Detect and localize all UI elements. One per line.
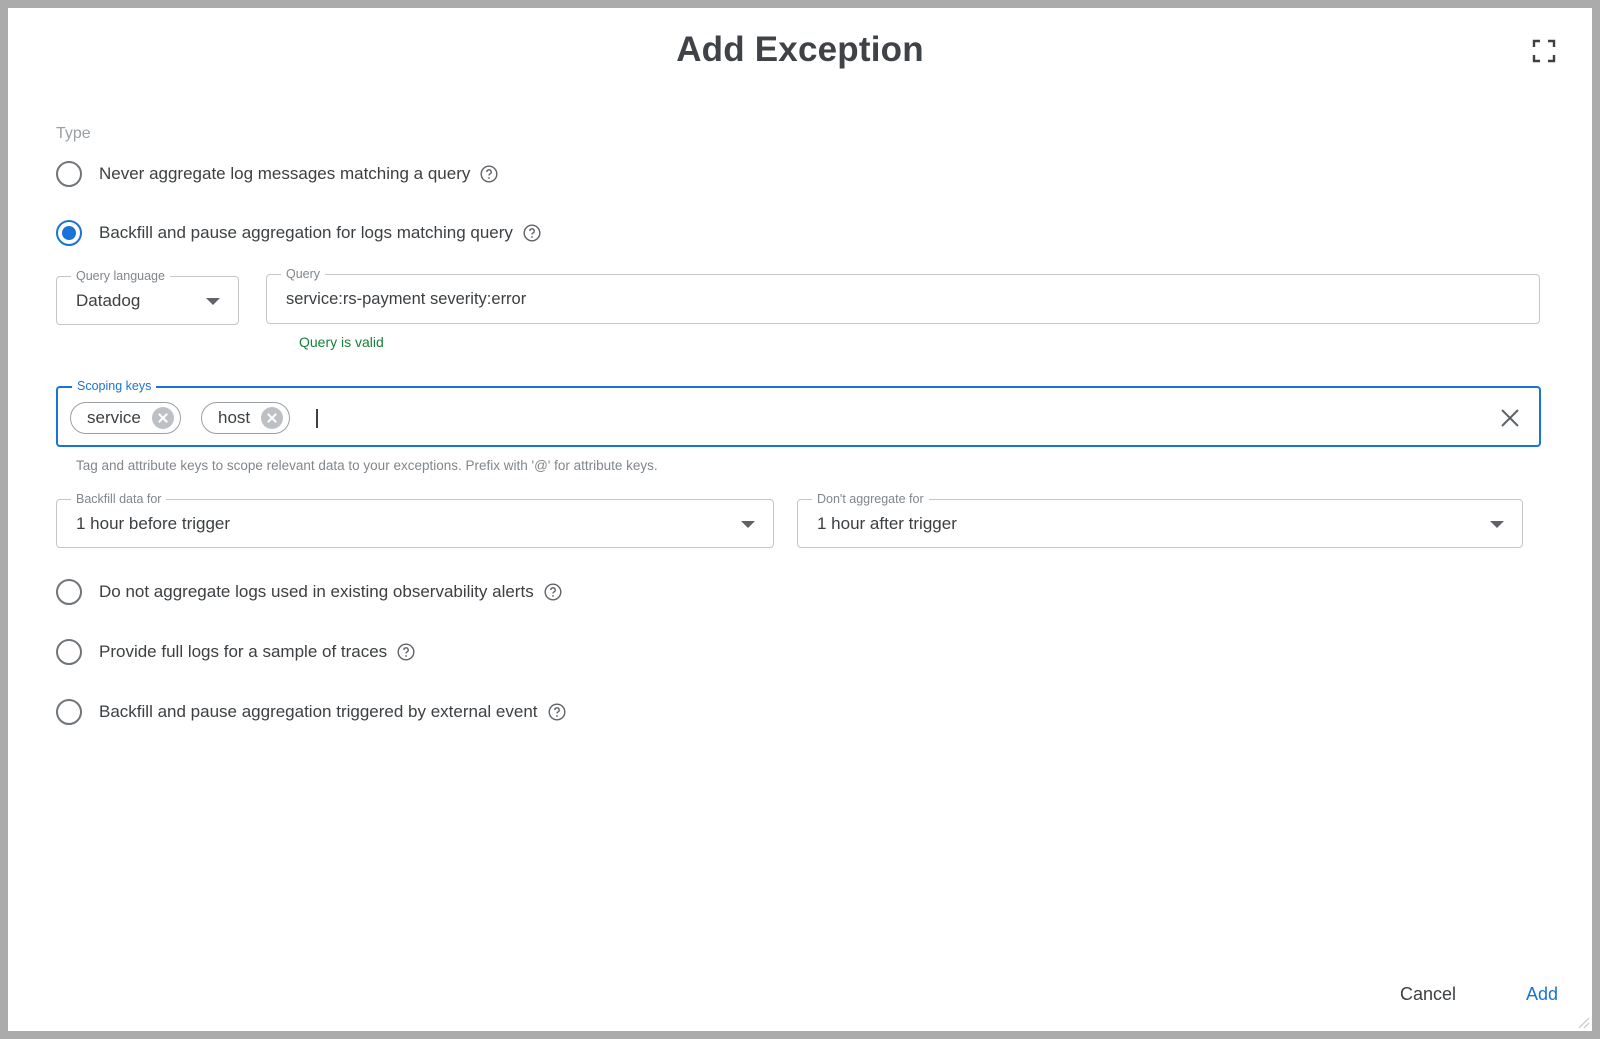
dialog-title: Add Exception [676, 30, 924, 69]
radio-option-backfill-pause-query[interactable]: Backfill and pause aggregation for logs … [56, 217, 541, 249]
text-cursor [316, 409, 318, 428]
scoping-keys-helper: Tag and attribute keys to scope relevant… [76, 458, 658, 473]
query-language-select[interactable]: Query language Datadog [56, 268, 239, 325]
radio-option-observability-alerts[interactable]: Do not aggregate logs used in existing o… [56, 576, 562, 608]
chevron-down-icon [1490, 521, 1504, 528]
dont-aggregate-select[interactable]: Don't aggregate for 1 hour after trigger [797, 491, 1523, 548]
fullscreen-icon[interactable] [1530, 37, 1558, 65]
scoping-key-chip[interactable]: service [70, 402, 181, 434]
query-label: Query [281, 266, 326, 282]
dont-aggregate-value: 1 hour after trigger [817, 514, 957, 533]
help-icon[interactable] [544, 583, 562, 601]
radio-button-selected[interactable] [56, 220, 82, 246]
radio-button[interactable] [56, 161, 82, 187]
chip-label: service [87, 408, 141, 427]
cancel-button[interactable]: Cancel [1400, 984, 1456, 1005]
backfill-select[interactable]: Backfill data for 1 hour before trigger [56, 491, 774, 548]
clear-icon[interactable] [1499, 407, 1521, 429]
help-icon[interactable] [480, 165, 498, 183]
resize-grip-icon[interactable] [1574, 1013, 1590, 1029]
radio-button[interactable] [56, 699, 82, 725]
query-valid-status: Query is valid [299, 334, 384, 350]
scoping-key-chip[interactable]: host [201, 402, 291, 434]
radio-label: Backfill and pause aggregation triggered… [99, 702, 538, 721]
type-label: Type [56, 125, 91, 142]
radio-label: Never aggregate log messages matching a … [99, 164, 471, 183]
radio-label: Backfill and pause aggregation for logs … [99, 223, 513, 242]
radio-button[interactable] [56, 639, 82, 665]
radio-button[interactable] [56, 579, 82, 605]
radio-label: Do not aggregate logs used in existing o… [99, 582, 534, 601]
add-exception-dialog: Add Exception Type Never aggregate log m… [8, 8, 1592, 1031]
query-input[interactable]: Query service:rs-payment severity:error [266, 266, 1540, 324]
chevron-down-icon [741, 521, 755, 528]
scoping-keys-input[interactable]: Scoping keys service host [56, 378, 1541, 447]
dont-aggregate-label: Don't aggregate for [812, 491, 929, 507]
remove-chip-icon[interactable] [260, 406, 284, 430]
chevron-down-icon [206, 298, 220, 305]
radio-option-external-event[interactable]: Backfill and pause aggregation triggered… [56, 696, 566, 728]
help-icon[interactable] [397, 643, 415, 661]
radio-option-never-aggregate[interactable]: Never aggregate log messages matching a … [56, 158, 498, 190]
radio-label: Provide full logs for a sample of traces [99, 642, 388, 661]
query-language-value: Datadog [76, 291, 141, 310]
help-icon[interactable] [548, 703, 566, 721]
backfill-label: Backfill data for [71, 491, 167, 507]
scoping-keys-label: Scoping keys [72, 378, 157, 394]
chip-label: host [218, 408, 251, 427]
query-language-label: Query language [71, 268, 170, 284]
radio-option-sample-traces[interactable]: Provide full logs for a sample of traces [56, 636, 415, 668]
remove-chip-icon[interactable] [151, 406, 175, 430]
query-value: service:rs-payment severity:error [286, 290, 527, 308]
add-button[interactable]: Add [1526, 984, 1558, 1005]
help-icon[interactable] [523, 224, 541, 242]
backfill-value: 1 hour before trigger [76, 514, 231, 533]
